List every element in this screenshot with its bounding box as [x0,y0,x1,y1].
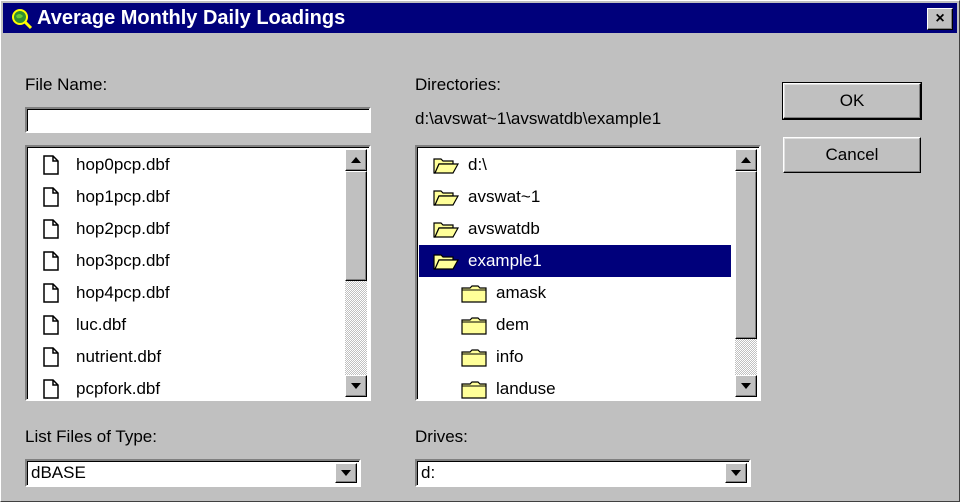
scroll-up-button[interactable] [735,149,757,171]
drives-select[interactable]: d: [415,459,751,487]
directory-list[interactable]: d:\ avswat~1 avswatdb example1 amask dem info l… [415,145,761,401]
file-list-item[interactable]: nutrient.dbf [29,341,164,373]
file-list-item[interactable]: hop0pcp.dbf [29,149,173,181]
open-folder-icon [433,155,459,175]
directory-name: d:\ [468,155,487,174]
cancel-button[interactable]: Cancel [783,137,921,173]
directory-item[interactable]: landuse [419,373,731,399]
scroll-up-button[interactable] [345,149,367,171]
folder-icon [461,283,487,303]
directory-name: example1 [468,251,542,270]
directory-name: avswatdb [468,219,540,238]
directory-item[interactable]: dem [419,309,731,341]
file-name: luc.dbf [76,315,127,334]
directory-name: amask [496,283,547,302]
directory-name: dem [496,315,530,334]
open-folder-icon [433,251,459,271]
file-list-item[interactable]: pcpfork.dbf [29,373,163,399]
document-icon [43,347,59,367]
scroll-down-button[interactable] [345,375,367,397]
scroll-down-button[interactable] [735,375,757,397]
chevron-down-icon [341,470,351,476]
document-icon [43,219,59,239]
directory-list-scrollbar[interactable] [735,149,757,397]
file-name-field [25,107,371,133]
file-name: hop0pcp.dbf [76,155,170,174]
file-name-input[interactable] [27,109,369,131]
folder-icon [461,379,487,399]
window-title: Average Monthly Daily Loadings [37,7,346,29]
document-icon [43,155,59,175]
file-list-item[interactable]: hop1pcp.dbf [29,181,173,213]
document-icon [43,315,59,335]
current-path: d:\avswat~1\avswatdb\example1 [415,109,662,128]
scroll-thumb[interactable] [345,171,367,281]
file-name-label: File Name: [25,75,108,94]
file-name: nutrient.dbf [76,347,162,366]
dropdown-button[interactable] [725,463,747,483]
close-button[interactable]: × [927,8,953,30]
magnifier-globe-icon [11,8,33,30]
ok-button[interactable]: OK [782,82,922,120]
file-list-item[interactable]: luc.dbf [29,309,129,341]
directory-name: landuse [496,379,556,398]
document-icon [43,379,59,399]
directory-name: avswat~1 [468,187,541,206]
file-type-label: List Files of Type: [25,427,157,446]
file-name: hop4pcp.dbf [76,283,170,302]
chevron-down-icon [731,470,741,476]
directory-name: info [496,347,524,366]
arrow-down-icon [741,383,751,389]
drives-value: d: [421,463,436,482]
file-name: pcpfork.dbf [76,379,161,398]
directory-item[interactable]: example1 [419,245,731,277]
file-list[interactable]: hop0pcp.dbf hop1pcp.dbf hop2pcp.dbf hop3pcp… [25,145,371,401]
drives-label: Drives: [415,427,468,446]
file-list-item[interactable]: hop2pcp.dbf [29,213,173,245]
title-bar[interactable]: Average Monthly Daily Loadings × [3,3,957,33]
open-folder-icon [433,187,459,207]
document-icon [43,283,59,303]
document-icon [43,251,59,271]
arrow-up-icon [741,157,751,163]
arrow-up-icon [351,157,361,163]
directory-item[interactable]: d:\ [419,149,731,181]
dialog-window: Average Monthly Daily Loadings × File Na… [0,0,960,502]
directory-item[interactable]: info [419,341,731,373]
open-folder-icon [433,219,459,239]
dropdown-button[interactable] [335,463,357,483]
folder-icon [461,347,487,367]
directory-item[interactable]: avswatdb [419,213,731,245]
directory-item[interactable]: avswat~1 [419,181,731,213]
folder-icon [461,315,487,335]
file-name: hop2pcp.dbf [76,219,170,238]
file-list-scrollbar[interactable] [345,149,367,397]
directory-item[interactable]: amask [419,277,731,309]
file-type-value: dBASE [31,463,86,482]
directories-label: Directories: [415,75,501,94]
arrow-down-icon [351,383,361,389]
file-list-item[interactable]: hop4pcp.dbf [29,277,173,309]
document-icon [43,187,59,207]
scroll-thumb[interactable] [735,171,757,339]
file-name: hop3pcp.dbf [76,251,170,270]
file-list-item[interactable]: hop3pcp.dbf [29,245,173,277]
file-type-select[interactable]: dBASE [25,459,361,487]
file-name: hop1pcp.dbf [76,187,170,206]
